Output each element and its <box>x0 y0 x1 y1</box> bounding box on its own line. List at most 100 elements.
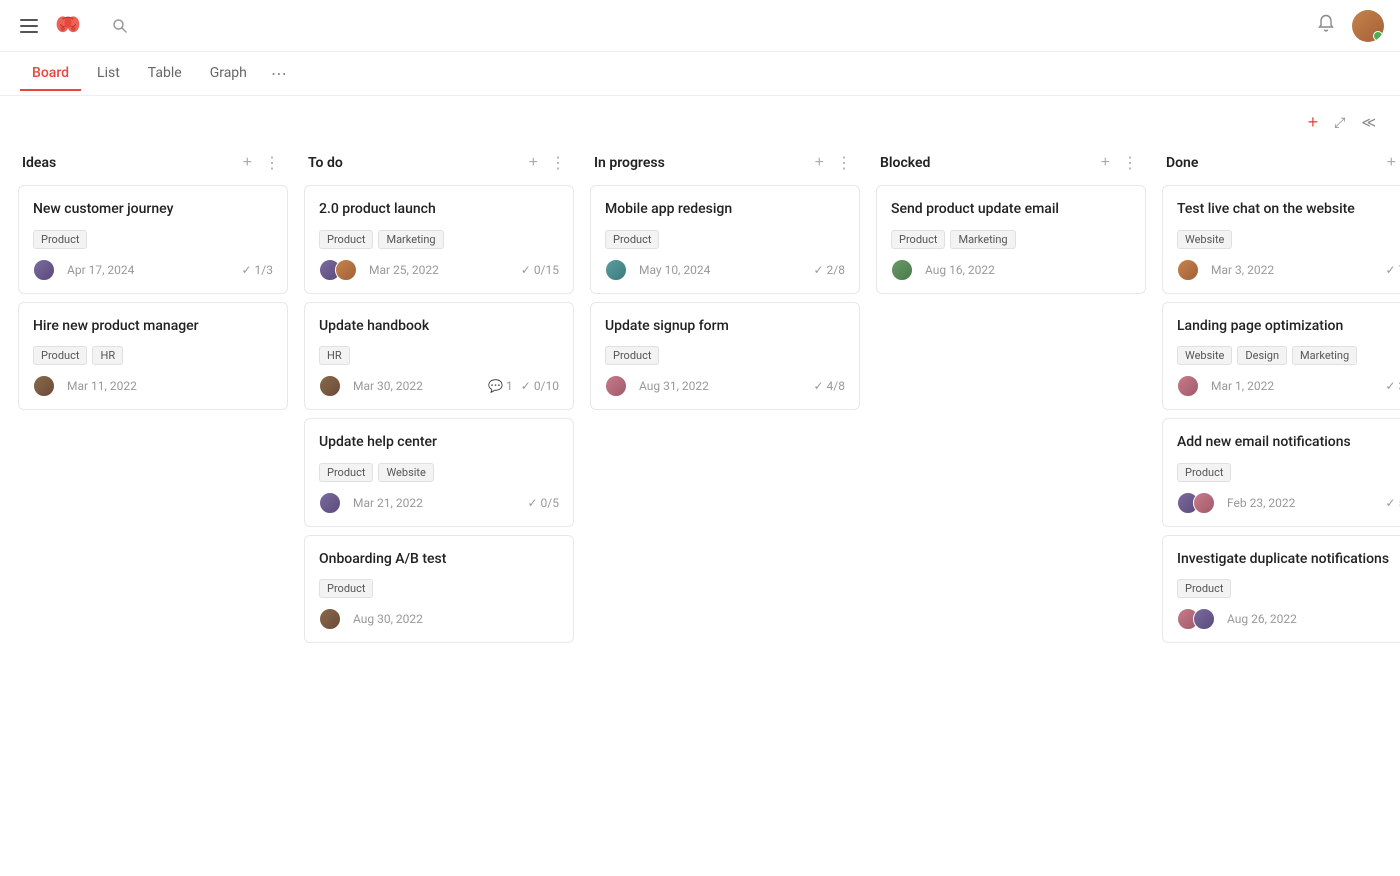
nav-left <box>16 12 134 40</box>
expand-button[interactable]: ⤢ <box>1330 110 1349 135</box>
avatar <box>319 375 341 397</box>
kanban-card[interactable]: Add new email notificationsProductFeb 23… <box>1162 418 1400 527</box>
add-card-button-blocked[interactable]: + <box>1097 152 1114 174</box>
kanban-card[interactable]: Landing page optimizationWebsiteDesignMa… <box>1162 302 1400 411</box>
card-title: Update help center <box>319 433 559 453</box>
card-checklist: ✓1/3 <box>241 263 273 277</box>
checklist-icon: ✓ <box>521 263 531 277</box>
column-more-button-todo[interactable]: ⋮ <box>546 151 570 175</box>
card-footer: Aug 26, 2022 <box>1177 608 1400 630</box>
kanban-card[interactable]: Onboarding A/B testProductAug 30, 2022 <box>304 535 574 644</box>
kanban-card[interactable]: Investigate duplicate notificationsProdu… <box>1162 535 1400 644</box>
card-tag: Website <box>1177 346 1232 365</box>
card-footer: May 10, 2024 ✓ 2/8 <box>605 259 845 281</box>
kanban-card[interactable]: Test live chat on the websiteWebsiteMar … <box>1162 185 1400 294</box>
notifications-bell[interactable] <box>1316 13 1336 38</box>
card-tags: Product <box>605 230 845 249</box>
column-title-done: Done <box>1166 155 1377 171</box>
avatar <box>33 259 55 281</box>
card-tags: Product <box>1177 463 1400 482</box>
card-date: Mar 3, 2022 <box>1211 263 1274 277</box>
card-footer: Feb 23, 2022✓5/5 <box>1177 492 1400 514</box>
tab-list[interactable]: List <box>85 57 132 91</box>
kanban-card[interactable]: New customer journeyProductApr 17, 2024✓… <box>18 185 288 294</box>
card-meta: ✓0/15 <box>521 263 559 277</box>
user-avatar[interactable] <box>1352 10 1384 42</box>
add-card-button-ideas[interactable]: + <box>239 152 256 174</box>
column-more-button-blocked[interactable]: ⋮ <box>1118 151 1142 175</box>
card-avatars <box>33 259 55 281</box>
card-tag: HR <box>319 346 350 365</box>
add-card-button-done[interactable]: + <box>1383 152 1400 174</box>
kanban-card[interactable]: 2.0 product launchProductMarketingMar 25… <box>304 185 574 294</box>
card-title: Test live chat on the website <box>1177 200 1400 220</box>
add-card-button-todo[interactable]: + <box>525 152 542 174</box>
avatar <box>605 259 627 281</box>
card-tag: Product <box>605 346 659 365</box>
comment-icon: 💬 <box>488 379 503 393</box>
top-nav <box>0 0 1400 52</box>
card-tag: Website <box>378 463 433 482</box>
nav-right <box>1316 10 1384 42</box>
board-header-actions: + ⤢ ≪ <box>1304 108 1380 137</box>
card-meta: ✓3/3 <box>1385 379 1400 393</box>
logo[interactable] <box>54 12 88 40</box>
column-title-blocked: Blocked <box>880 155 1091 171</box>
avatar <box>1177 375 1199 397</box>
column-blocked: Blocked +⋮ Send product update emailProduc… <box>876 145 1146 302</box>
checklist-count: 2/8 <box>827 263 845 277</box>
search-bar[interactable] <box>112 18 134 34</box>
card-title: Update handbook <box>319 317 559 337</box>
card-avatars <box>605 375 627 397</box>
view-tabs: Board List Table Graph ⋯ <box>0 52 1400 96</box>
column-actions-inprogress: +⋮ <box>811 151 856 175</box>
kanban-card[interactable]: Update signup formProductAug 31, 2022✓4/… <box>590 302 860 411</box>
kanban-card[interactable]: Update help centerProductWebsiteMar 21, … <box>304 418 574 527</box>
add-column-button[interactable]: + <box>1304 108 1323 137</box>
kanban-card[interactable]: Send product update emailProductMarketin… <box>876 185 1146 294</box>
card-date: Mar 11, 2022 <box>67 379 137 393</box>
column-done: Done+⋮Test live chat on the websiteWebsi… <box>1162 145 1400 651</box>
bell-icon <box>1316 13 1336 33</box>
column-actions-blocked: +⋮ <box>1097 151 1142 175</box>
card-tags: WebsiteDesignMarketing <box>1177 346 1400 365</box>
card-tag: Product <box>891 230 945 249</box>
column-header-inprogress: In progress+⋮ <box>590 145 860 185</box>
column-more-button-inprogress[interactable]: ⋮ <box>832 151 856 175</box>
add-card-button-inprogress[interactable]: + <box>811 152 828 174</box>
card-date: Aug 30, 2022 <box>353 612 423 626</box>
card-date: May 10, 2024 <box>639 263 710 277</box>
kanban-card[interactable]: Hire new product managerProductHRMar 11,… <box>18 302 288 411</box>
more-views-button[interactable]: ⋯ <box>267 60 291 87</box>
collapse-button[interactable]: ≪ <box>1357 110 1380 135</box>
card-tags: ProductMarketing <box>891 230 1131 249</box>
avatar <box>335 259 357 281</box>
avatar <box>33 375 55 397</box>
checklist-count: 4/8 <box>827 379 845 393</box>
column-more-button-ideas[interactable]: ⋮ <box>260 151 284 175</box>
column-title-ideas: Ideas <box>22 155 233 171</box>
card-title: 2.0 product launch <box>319 200 559 220</box>
checklist-icon: ✓ <box>813 263 823 277</box>
card-footer: Aug 16, 2022 <box>891 259 1131 281</box>
tab-graph[interactable]: Graph <box>198 57 259 91</box>
tab-table[interactable]: Table <box>136 57 194 91</box>
card-title: Investigate duplicate notifications <box>1177 550 1400 570</box>
card-avatars <box>319 492 341 514</box>
tab-board[interactable]: Board <box>20 57 81 91</box>
checklist-count: 0/15 <box>534 263 559 277</box>
kanban-card[interactable]: Mobile app redesignProductMay 10, 2024✓2… <box>590 185 860 294</box>
card-footer: Mar 11, 2022 <box>33 375 273 397</box>
avatar <box>1193 608 1215 630</box>
hamburger-menu[interactable] <box>16 15 42 37</box>
card-tags: Product <box>33 230 273 249</box>
card-footer: Mar 1, 2022✓3/3 <box>1177 375 1400 397</box>
column-title-todo: To do <box>308 155 519 171</box>
card-comment-count: 💬1 <box>488 379 513 393</box>
checklist-icon: ✓ <box>1385 379 1395 393</box>
card-meta: ✓4/8 <box>813 379 845 393</box>
kanban-card[interactable]: Update handbookHRMar 30, 2022💬1✓0/10 <box>304 302 574 411</box>
card-date: Aug 26, 2022 <box>1227 612 1297 626</box>
card-tag: Design <box>1237 346 1287 365</box>
card-checklist: ✓5/5 <box>1385 496 1400 510</box>
